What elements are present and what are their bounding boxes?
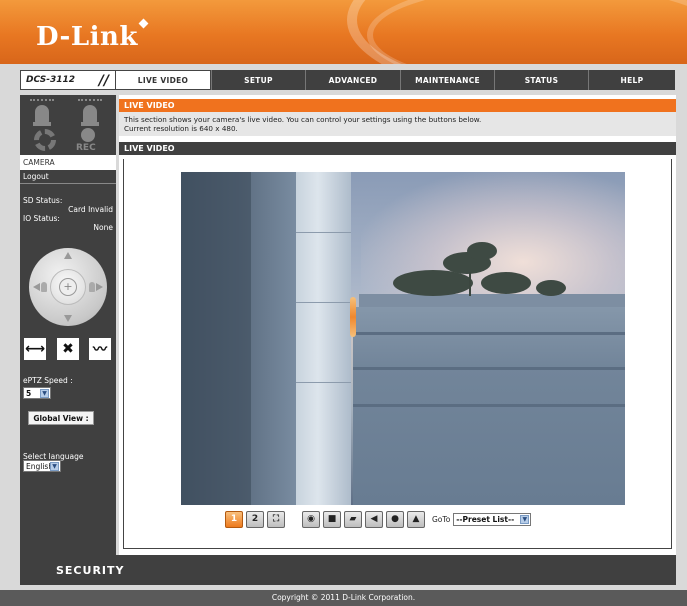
preset-list-value: --Preset List-- xyxy=(456,514,515,524)
pan-up-arrow-icon[interactable] xyxy=(64,252,72,259)
pan-left-arrow-icon[interactable] xyxy=(33,283,40,291)
sidebar-item-camera[interactable]: CAMERA xyxy=(20,155,116,170)
footer-bar: SECURITY xyxy=(20,555,676,585)
video-tree xyxy=(536,280,566,296)
security-brand: SECURITY xyxy=(56,564,125,577)
video-building-band xyxy=(353,404,625,407)
goto-label: GoTo xyxy=(432,514,451,524)
copyright: Copyright © 2011 D-Link Corporation. xyxy=(0,590,687,606)
pan-right-arrow-icon[interactable] xyxy=(96,283,103,291)
chevron-down-icon: ▼ xyxy=(50,462,59,471)
description-line-2: Current resolution is 640 x 480. xyxy=(124,124,238,133)
eptz-speed-label: ePTZ Speed : xyxy=(23,376,73,385)
video-building-band xyxy=(353,367,625,370)
audio-alarm-icon xyxy=(81,105,99,126)
tab-advanced[interactable]: ADVANCED xyxy=(305,70,400,90)
video-tower-line xyxy=(296,232,351,233)
video-tree xyxy=(481,272,531,294)
model-label: DCS-3112 // xyxy=(20,70,115,90)
video-building-band xyxy=(353,332,625,335)
tab-status[interactable]: STATUS xyxy=(494,70,588,90)
top-navigation: DCS-3112 // LIVE VIDEO SETUP ADVANCED MA… xyxy=(20,70,675,90)
speaker-icon[interactable]: ◀ xyxy=(365,510,383,528)
eptz-speed-value: 5 xyxy=(26,388,32,398)
sd-status-value: Card Invalid xyxy=(68,205,113,214)
status-icons: REC xyxy=(20,95,116,155)
fullscreen-icon[interactable]: ⛶ xyxy=(267,510,285,528)
record-indicator-icon xyxy=(81,128,95,142)
video-tree xyxy=(393,270,473,296)
section-description: This section shows your camera's live vi… xyxy=(119,112,676,136)
preset-list-select[interactable]: --Preset List-- ▼ xyxy=(453,512,532,526)
video-panel: 1 2 ⛶ ◉ ■ ▰ ◀ ● ▲ GoTo --Preset List-- ▼ xyxy=(123,159,672,549)
stream-2-icon[interactable]: 2 xyxy=(246,510,264,528)
ptz-home-button[interactable]: + xyxy=(59,278,77,296)
sd-status-label: SD Status: xyxy=(23,196,63,205)
chevron-down-icon: ▼ xyxy=(40,389,49,398)
video-wall-shadow xyxy=(181,172,251,505)
eptz-speed-select[interactable]: 5 ▼ xyxy=(23,387,51,399)
gear-icon xyxy=(34,129,56,151)
video-toolbar: 1 2 ⛶ ◉ ■ ▰ ◀ ● ▲ GoTo --Preset List-- ▼ xyxy=(225,510,532,528)
video-tower-line xyxy=(296,382,351,383)
global-view-button[interactable]: Global View : xyxy=(28,411,94,425)
io-status-value: None xyxy=(93,223,113,232)
dlink-logo: D-Link xyxy=(36,22,138,52)
digital-output-icon[interactable]: ▲ xyxy=(407,510,425,528)
language-select[interactable]: English ▼ xyxy=(23,460,61,472)
record-icon[interactable]: ■ xyxy=(323,510,341,528)
storage-folder-icon[interactable]: ▰ xyxy=(344,510,362,528)
video-tree xyxy=(467,242,497,260)
stop-patrol-icon[interactable]: ✖ xyxy=(57,338,79,360)
patrol-path-icon[interactable]: 〰 xyxy=(89,338,111,360)
header-swoosh xyxy=(367,0,687,64)
sidebar: REC CAMERA Logout SD Status: Card Invali… xyxy=(20,95,116,555)
chevron-down-icon: ▼ xyxy=(520,514,530,524)
main-content: LIVE VIDEO This section shows your camer… xyxy=(119,95,676,555)
video-tower-line xyxy=(296,302,351,303)
io-status-label: IO Status: xyxy=(23,214,60,223)
video-light-flare xyxy=(350,297,356,337)
microphone-icon[interactable]: ● xyxy=(386,510,404,528)
video-tree-trunk xyxy=(469,272,471,296)
zoom-out-icon[interactable] xyxy=(41,282,47,292)
model-name: DCS-3112 xyxy=(26,75,76,85)
snapshot-icon[interactable]: ◉ xyxy=(302,510,320,528)
horizontal-pan-icon[interactable]: ⟷ xyxy=(24,338,46,360)
pan-down-arrow-icon[interactable] xyxy=(64,315,72,322)
logo-mark-icon xyxy=(138,18,149,29)
ptz-control-pad[interactable]: + xyxy=(29,248,107,326)
motion-alarm-icon xyxy=(33,105,51,126)
zoom-in-icon[interactable] xyxy=(89,282,95,292)
logout-link[interactable]: Logout xyxy=(20,170,116,184)
description-line-1: This section shows your camera's live vi… xyxy=(124,115,482,124)
tab-maintenance[interactable]: MAINTENANCE xyxy=(400,70,494,90)
video-tower xyxy=(296,172,351,505)
header-banner: D-Link xyxy=(0,0,687,64)
rec-label: REC xyxy=(76,143,96,153)
live-video-stream xyxy=(181,172,625,505)
tab-help[interactable]: HELP xyxy=(588,70,675,90)
tab-setup[interactable]: SETUP xyxy=(211,70,305,90)
video-panel-title: LIVE VIDEO xyxy=(119,142,676,155)
tab-live-video[interactable]: LIVE VIDEO xyxy=(115,70,211,90)
section-title: LIVE VIDEO xyxy=(119,99,676,112)
stream-1-icon[interactable]: 1 xyxy=(225,510,243,528)
slashes-decoration: // xyxy=(98,73,109,89)
